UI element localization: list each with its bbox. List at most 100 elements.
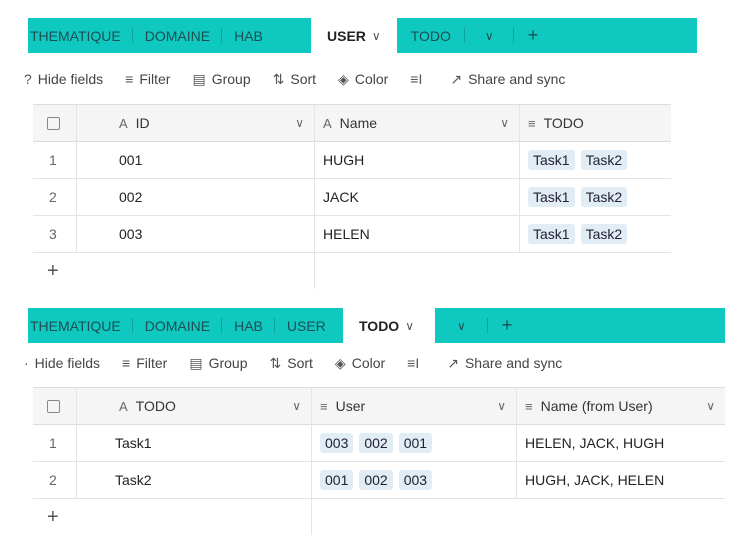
linked-chip[interactable]: 001 [398, 433, 433, 453]
plus-icon: + [47, 259, 59, 282]
cell-user[interactable]: 003 002 001 [312, 425, 517, 461]
add-row[interactable]: + [33, 253, 671, 289]
filter-icon: ≡ [125, 71, 134, 87]
tab-thematique[interactable]: THEMATIQUE [28, 308, 133, 343]
add-record-button[interactable]: + [33, 499, 312, 535]
column-header-user[interactable]: ≡ User ∨ [312, 388, 517, 424]
linked-chip[interactable]: 002 [359, 470, 393, 490]
lookup-icon: ≡ [525, 398, 533, 414]
hide-fields-button[interactable]: ? Hide fields [24, 71, 103, 87]
grid-header-row: A TODO ∨ ≡ User ∨ ≡ Name (from User) ∨ [33, 388, 725, 425]
cell-id[interactable]: 002 [77, 179, 315, 215]
cell-name[interactable]: JACK [315, 179, 520, 215]
table-row[interactable]: 3 003 HELEN Task1 Task2 [33, 216, 671, 253]
row-height-button[interactable]: ≡I [410, 71, 428, 87]
filter-button[interactable]: ≡ Filter [122, 355, 167, 371]
select-all-checkbox[interactable] [33, 388, 77, 424]
table-row[interactable]: 2 Task2 001 002 003 HUGH, JACK, HELEN [33, 462, 725, 499]
add-row[interactable]: + [33, 499, 725, 535]
top-toolbar: ? Hide fields ≡ Filter ▤ Group ⇅ Sort ◈ Color… [24, 64, 587, 94]
grid-header-row: A ID ∨ A Name ∨ ≡ TODO [33, 105, 671, 142]
cell-name-from-user[interactable]: HELEN, JACK, HUGH [517, 425, 725, 461]
row-number: 1 [33, 142, 77, 178]
linked-chip[interactable]: Task1 [528, 150, 575, 170]
linked-chip[interactable]: 002 [359, 433, 393, 453]
plus-icon: + [47, 505, 59, 528]
cell-todo[interactable]: Task1 Task2 [520, 142, 671, 178]
tab-todo[interactable]: TODO [397, 18, 466, 53]
share-sync-button[interactable]: ↗ Share and sync [450, 71, 565, 88]
column-header-todo[interactable]: A TODO ∨ [77, 388, 312, 424]
tab-hab[interactable]: HAB [222, 308, 275, 343]
column-header-todo[interactable]: ≡ TODO [520, 105, 671, 141]
table-row[interactable]: 1 001 HUGH Task1 Task2 [33, 142, 671, 179]
linked-chip[interactable]: 003 [398, 470, 433, 490]
share-icon: ↗ [447, 354, 459, 371]
group-button[interactable]: ▤ Group [192, 71, 250, 88]
add-table-button[interactable]: + [488, 308, 527, 343]
plus-icon: + [527, 25, 539, 45]
color-button[interactable]: ◈ Color [338, 71, 388, 88]
group-icon: ▤ [189, 354, 203, 371]
sort-button[interactable]: ⇅ Sort [270, 355, 313, 372]
tab-menu-chevron[interactable]: ∨ [465, 18, 514, 53]
chevron-down-icon: ∨ [295, 116, 304, 130]
linked-chip[interactable]: 003 [320, 433, 354, 453]
empty-cell [312, 499, 725, 535]
cell-id[interactable]: 001 [77, 142, 315, 178]
top-panel: THEMATIQUE DOMAINE HAB USER ∨ TODO ∨ + ? H… [0, 0, 737, 290]
select-all-checkbox[interactable] [33, 105, 77, 141]
chevron-down-icon: ∨ [405, 318, 414, 333]
tab-thematique[interactable]: THEMATIQUE [28, 18, 133, 53]
group-icon: ▤ [192, 70, 206, 87]
row-number: 3 [33, 216, 77, 252]
row-height-button[interactable]: ≡I [407, 355, 425, 371]
sort-button[interactable]: ⇅ Sort [273, 71, 316, 88]
chevron-down-icon: ∨ [457, 318, 466, 333]
user-grid: A ID ∨ A Name ∨ ≡ TODO 1 001 HUGH Task1 Tas… [33, 104, 671, 289]
tab-user[interactable]: USER ∨ [311, 18, 397, 53]
color-button[interactable]: ◈ Color [335, 355, 385, 372]
bottom-toolbar: · Hide fields ≡ Filter ▤ Group ⇅ Sort ◈ Color… [24, 348, 584, 378]
cell-name[interactable]: HUGH [315, 142, 520, 178]
cell-todo[interactable]: Task1 Task2 [520, 216, 671, 252]
filter-button[interactable]: ≡ Filter [125, 71, 170, 87]
cell-name[interactable]: HELEN [315, 216, 520, 252]
linked-chip[interactable]: Task2 [580, 150, 628, 170]
tab-domaine[interactable]: DOMAINE [133, 308, 223, 343]
table-row[interactable]: 1 Task1 003 002 001 HELEN, JACK, HUGH [33, 425, 725, 462]
share-sync-button[interactable]: ↗ Share and sync [447, 355, 562, 372]
chevron-down-icon: ∨ [371, 28, 381, 43]
eye-off-icon: ? [24, 71, 32, 87]
linked-chip[interactable]: 001 [320, 470, 354, 490]
linked-chip[interactable]: Task2 [580, 187, 628, 207]
plus-icon: + [501, 315, 513, 335]
add-record-button[interactable]: + [33, 253, 315, 289]
cell-todo[interactable]: Task1 [77, 425, 312, 461]
linked-chip[interactable]: Task2 [580, 224, 628, 244]
cell-todo[interactable]: Task1 Task2 [520, 179, 671, 215]
cell-user[interactable]: 001 002 003 [312, 462, 517, 498]
cell-name-from-user[interactable]: HUGH, JACK, HELEN [517, 462, 725, 498]
chevron-down-icon: ∨ [484, 28, 494, 43]
linked-chip[interactable]: Task1 [528, 224, 575, 244]
tab-todo[interactable]: TODO ∨ [343, 308, 435, 343]
row-height-icon: ≡I [407, 355, 420, 371]
tab-menu-chevron[interactable]: ∨ [435, 308, 488, 343]
table-row[interactable]: 2 002 JACK Task1 Task2 [33, 179, 671, 216]
column-header-name[interactable]: A Name ∨ [315, 105, 520, 141]
group-button[interactable]: ▤ Group [189, 355, 247, 372]
paint-bucket-icon: ◈ [338, 70, 349, 87]
cell-id[interactable]: 003 [77, 216, 315, 252]
chevron-down-icon: ∨ [497, 399, 506, 413]
cell-todo[interactable]: Task2 [77, 462, 312, 498]
linked-chip[interactable]: Task1 [528, 187, 575, 207]
hide-fields-button[interactable]: · Hide fields [24, 355, 100, 371]
add-table-button[interactable]: + [514, 18, 553, 53]
tab-domaine[interactable]: DOMAINE [133, 18, 223, 53]
tab-hab[interactable]: HAB [222, 18, 275, 53]
column-header-id[interactable]: A ID ∨ [77, 105, 315, 141]
column-header-name-from-user[interactable]: ≡ Name (from User) ∨ [517, 388, 725, 424]
bottom-panel: THEMATIQUE DOMAINE HAB USER TODO ∨ ∨ + · H… [0, 290, 737, 556]
tab-user[interactable]: USER [275, 308, 338, 343]
